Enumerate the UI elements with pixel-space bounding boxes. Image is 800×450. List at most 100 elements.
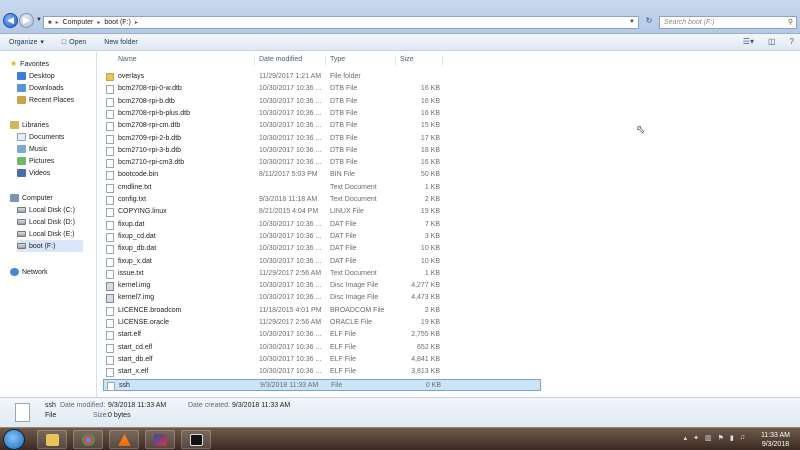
column-header-size[interactable]: Size [400, 56, 414, 63]
breadcrumb-separator[interactable]: ▸ [97, 19, 100, 26]
file-row[interactable]: bcm2708-rpi-b.dtb 10/30/2017 10:36 ... DTB… [103, 96, 541, 108]
file-row[interactable]: overlays 11/29/2017 1:21 AM File folder [103, 71, 541, 83]
file-row[interactable]: ssh 9/3/2018 11:33 AM File 0 KB [103, 378, 541, 391]
column-divider[interactable] [442, 55, 443, 66]
file-row[interactable]: bcm2708-rpi-b-plus.dtb 10/30/2017 10:36 .… [103, 108, 541, 120]
file-name: kernel.img [118, 282, 151, 290]
nav-favorites[interactable]: ★ Favorites [10, 58, 49, 70]
nav-item-drive-e[interactable]: Local Disk (E:) [17, 228, 75, 240]
file-size: 4,277 KB [411, 282, 440, 290]
nav-item-drive-c[interactable]: Local Disk (C:) [17, 204, 75, 216]
file-icon [106, 343, 114, 353]
file-icon [106, 368, 114, 378]
nav-item-pictures[interactable]: Pictures [17, 155, 54, 167]
view-options-icon[interactable]: ☰▾ [743, 37, 754, 46]
file-name: COPYING.linux [118, 208, 167, 216]
search-icon[interactable]: ⚲ [788, 17, 793, 28]
forward-button[interactable]: ▶ [19, 13, 34, 28]
recorder-icon[interactable] [181, 430, 211, 449]
file-row[interactable]: fixup_cd.dat 10/30/2017 10:36 ... DAT File… [103, 231, 541, 243]
file-icon [106, 245, 114, 255]
nav-libraries[interactable]: Libraries [10, 119, 49, 131]
vlc-icon[interactable] [109, 430, 139, 449]
column-header-type[interactable]: Type [330, 56, 345, 63]
file-row[interactable]: config.txt 9/3/2018 11:18 AM Text Document… [103, 194, 541, 206]
file-row[interactable]: start.elf 10/30/2017 10:36 ... ELF File 2,7… [103, 329, 541, 341]
nav-item-music[interactable]: Music [17, 143, 47, 155]
file-row[interactable]: start_x.elf 10/30/2017 10:36 ... ELF File 3… [103, 366, 541, 378]
nav-item-downloads[interactable]: Downloads [17, 82, 64, 94]
file-name: config.txt [118, 196, 147, 203]
start-button[interactable] [3, 429, 25, 450]
column-divider[interactable] [254, 55, 255, 66]
nav-item-desktop[interactable]: Desktop [17, 70, 55, 82]
column-header-name[interactable]: Name [118, 56, 137, 63]
search-input[interactable]: Search boot (F:) ⚲ [659, 16, 797, 29]
volume-icon[interactable]: ♫ [740, 434, 745, 442]
file-row[interactable]: fixup_db.dat 10/30/2017 10:36 ... DAT File… [103, 243, 541, 255]
preview-pane-icon[interactable]: ◫ [768, 37, 776, 46]
file-row[interactable]: cmdline.txt Text Document 1 KB [103, 182, 541, 194]
file-explorer-icon[interactable] [37, 430, 67, 449]
bluetooth-icon[interactable]: ✦ [693, 434, 699, 442]
file-row[interactable]: bcm2708-rpi-cm.dtb 10/30/2017 10:36 ... DT… [103, 120, 541, 132]
open-button[interactable]: □ Open [53, 39, 95, 46]
breadcrumb-boot-drive[interactable]: boot (F:) [104, 19, 130, 26]
recent-pages-dropdown[interactable]: ▼ [36, 17, 42, 23]
file-date-modified: 11/18/2015 4:01 PM [259, 306, 322, 314]
nav-item-drive-d[interactable]: Local Disk (D:) [17, 216, 75, 228]
nav-item-drive-f[interactable]: boot (F:) [17, 240, 83, 252]
column-divider[interactable] [325, 55, 326, 66]
back-button[interactable]: ◀ [3, 13, 18, 28]
file-row[interactable]: bootcode.bin 8/11/2017 5:03 PM BIN File 50 … [103, 169, 541, 181]
breadcrumb-separator[interactable]: ▸ [135, 19, 138, 26]
file-row[interactable]: LICENSE.oracle 11/29/2017 2:56 AM ORACLE F… [103, 317, 541, 329]
nav-item-documents[interactable]: Documents [17, 131, 64, 143]
file-size: 1 KB [424, 269, 440, 277]
file-type: DTB File [330, 122, 358, 130]
file-row[interactable]: start_cd.elf 10/30/2017 10:36 ... ELF File… [103, 342, 541, 354]
file-row[interactable]: issue.txt 11/29/2017 2:56 AM Text Document… [103, 268, 541, 280]
file-date-modified: 10/30/2017 10:36 ... [259, 331, 322, 339]
file-size: 0 KB [425, 381, 441, 389]
media-player-icon[interactable] [145, 430, 175, 449]
breadcrumb-computer[interactable]: Computer [63, 19, 94, 26]
file-row[interactable]: fixup_x.dat 10/30/2017 10:36 ... DAT File 1… [103, 256, 541, 268]
nav-network[interactable]: Network [10, 266, 48, 278]
file-row[interactable]: bcm2708-rpi-0-w.dtb 10/30/2017 10:36 ... D… [103, 83, 541, 95]
chrome-icon[interactable] [73, 430, 103, 449]
file-type: ELF File [330, 343, 357, 351]
file-row[interactable]: bcm2710-rpi-3-b.dtb 10/30/2017 10:36 ... D… [103, 145, 541, 157]
file-size: 1 KB [424, 183, 440, 191]
file-size: 2 KB [424, 306, 440, 314]
nav-item-recent-places[interactable]: Recent Places [17, 94, 74, 106]
network-tray-icon[interactable]: ▥ [705, 434, 712, 442]
column-divider[interactable] [395, 55, 396, 66]
file-row[interactable]: bcm2710-rpi-cm3.dtb 10/30/2017 10:36 ... D… [103, 157, 541, 169]
address-dropdown-icon[interactable]: ▼ [629, 19, 635, 25]
file-row[interactable]: fixup.dat 10/30/2017 10:36 ... DAT File 7 K… [103, 219, 541, 231]
file-size: 18 KB [420, 146, 440, 154]
file-type: DTB File [330, 134, 358, 142]
nav-item-videos[interactable]: Videos [17, 167, 50, 179]
file-row[interactable]: kernel7.img 10/30/2017 10:36 ... Disc Imag… [103, 292, 541, 304]
help-icon[interactable]: ? [790, 37, 794, 46]
tray-chevron-icon[interactable]: ▴ [684, 434, 688, 442]
new-folder-button[interactable]: New folder [95, 39, 146, 46]
refresh-icon[interactable]: ↻ [642, 16, 656, 29]
file-row[interactable]: bcm2709-rpi-2-b.dtb 10/30/2017 10:36 ... D… [103, 133, 541, 145]
file-date-modified: 10/30/2017 10:36 ... [259, 282, 322, 290]
address-bar: ◀ ▶ ▼ ■ ▸ Computer ▸ boot (F:) ▸ ▼ ↻ Sea… [0, 0, 800, 34]
clock[interactable]: 11:33 AM 9/3/2018 [761, 431, 790, 449]
nav-computer[interactable]: Computer [10, 192, 53, 204]
battery-icon[interactable]: ▮ [730, 434, 734, 442]
breadcrumb-separator[interactable]: ▸ [56, 19, 59, 26]
organize-button[interactable]: Organize ▾ [0, 38, 53, 47]
file-row[interactable]: start_db.elf 10/30/2017 10:36 ... ELF File… [103, 354, 541, 366]
file-row[interactable]: COPYING.linux 8/21/2015 4:04 PM LINUX File… [103, 206, 541, 218]
file-row[interactable]: LICENCE.broadcom 11/18/2015 4:01 PM BROADC… [103, 305, 541, 317]
address-box[interactable]: ■ ▸ Computer ▸ boot (F:) ▸ ▼ [43, 16, 639, 29]
flag-icon[interactable]: ⚑ [718, 434, 724, 442]
file-row[interactable]: kernel.img 10/30/2017 10:36 ... Disc Image… [103, 280, 541, 292]
column-header-date-modified[interactable]: Date modified [259, 56, 302, 63]
